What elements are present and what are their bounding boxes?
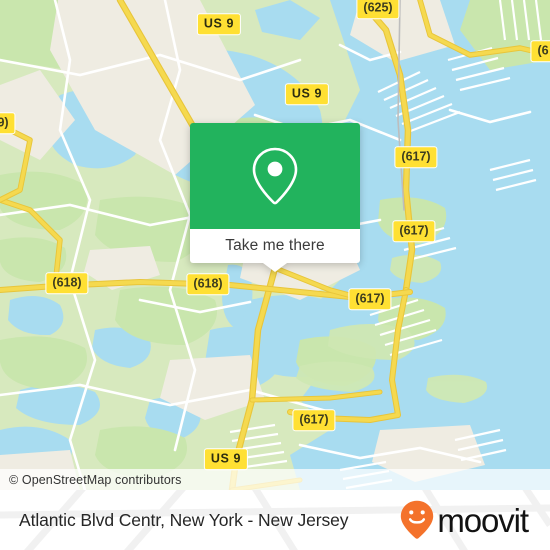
popup-header (190, 123, 360, 229)
moovit-wordmark: moovit (437, 501, 529, 539)
road-shield: (617) (392, 220, 436, 242)
popup-tail-pointer (263, 263, 287, 272)
map-canvas[interactable]: (625) US 9 (6 US 9 9) (617) (617) (618) (618) (61… (0, 0, 550, 490)
road-shield: (617) (394, 146, 438, 168)
openstreetmap-attribution: © OpenStreetMap contributors (9, 472, 182, 487)
road-shield: US 9 (284, 83, 330, 105)
location-popup-card[interactable]: Take me there (190, 123, 360, 272)
map-pin-icon (252, 147, 298, 205)
road-shield: (618) (45, 272, 89, 294)
map-attribution-bar: © OpenStreetMap contributors (0, 469, 550, 490)
moovit-smiley-pin-icon (401, 500, 434, 539)
road-shield: (6 (530, 40, 550, 62)
road-shield: US 9 (196, 13, 242, 35)
road-shield: (625) (356, 0, 400, 19)
station-title: Atlantic Blvd Centr, New York - New Jers… (19, 509, 349, 530)
road-shield: US 9 (203, 448, 249, 470)
road-shield: (617) (292, 409, 336, 431)
road-shield: (617) (348, 288, 392, 310)
popup-footer[interactable]: Take me there (190, 229, 360, 272)
footer-content: Atlantic Blvd Centr, New York - New Jers… (0, 490, 550, 550)
road-shield: 9) (0, 112, 16, 134)
moovit-logo[interactable]: moovit (400, 500, 529, 540)
moovit-station-map-card: (625) US 9 (6 US 9 9) (617) (617) (618) (618) (61… (0, 0, 550, 550)
footer-bar: Atlantic Blvd Centr, New York - New Jers… (0, 490, 550, 550)
take-me-there-label: Take me there (225, 237, 325, 254)
road-shield: (618) (186, 273, 230, 295)
